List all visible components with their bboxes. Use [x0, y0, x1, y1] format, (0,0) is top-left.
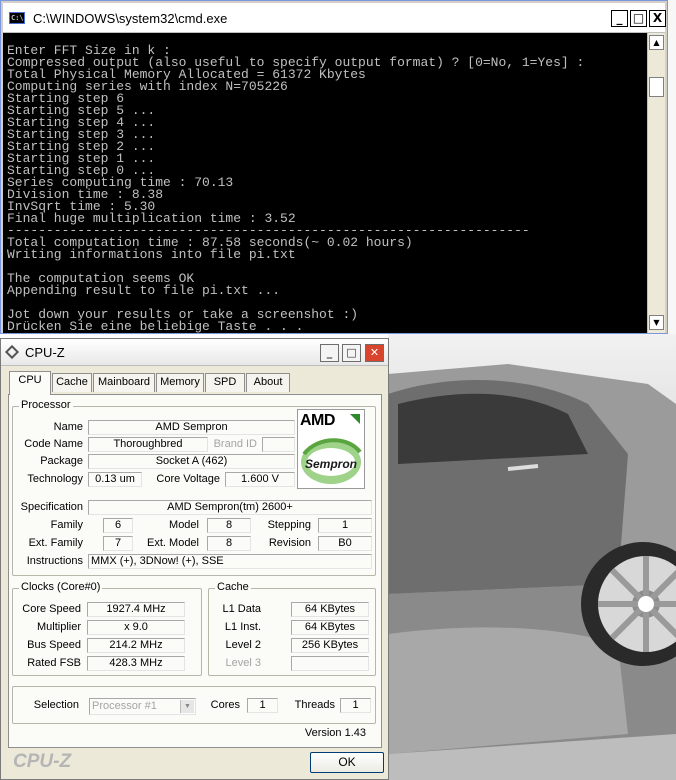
level2-value: 256 KBytes	[291, 638, 369, 653]
core-speed-value: 1927.4 MHz	[87, 602, 185, 617]
scroll-up-arrow-icon[interactable]: ▲	[649, 35, 664, 50]
revision-value: B0	[318, 536, 372, 551]
processor-group-title: Processor	[19, 399, 73, 411]
core-voltage-value: 1.600 V	[225, 472, 295, 487]
l1-inst-value: 64 KBytes	[291, 620, 369, 635]
ext-model-label: Ext. Model	[147, 537, 199, 549]
processor-selection-dropdown[interactable]: Processor #1 ▼	[89, 698, 196, 715]
console-icon: C:\	[9, 12, 25, 24]
ext-family-value: 7	[103, 536, 133, 551]
tab-spd[interactable]: SPD	[205, 373, 245, 392]
bus-speed-label: Bus Speed	[27, 639, 81, 651]
cmd-titlebar[interactable]: C:\ C:\WINDOWS\system32\cmd.exe _ □ X	[3, 3, 666, 33]
instructions-label: Instructions	[26, 555, 83, 567]
tab-about[interactable]: About	[246, 373, 290, 392]
desktop-wallpaper-car	[388, 334, 676, 780]
revision-label: Revision	[268, 537, 311, 549]
console-output-area[interactable]: Enter FFT Size in k : Compressed output …	[3, 33, 647, 333]
family-label: Family	[50, 519, 83, 531]
ext-family-label: Ext. Family	[28, 537, 83, 549]
cache-group-title: Cache	[215, 581, 251, 593]
core-speed-label: Core Speed	[22, 603, 81, 615]
tab-mainboard[interactable]: Mainboard	[93, 373, 155, 392]
ok-button[interactable]: OK	[310, 752, 384, 773]
close-button[interactable]: ✕	[365, 344, 384, 362]
rated-fsb-value: 428.3 MHz	[87, 656, 185, 671]
version-label: Version 1.43	[304, 727, 366, 739]
maximize-button[interactable]: □	[342, 344, 361, 362]
l1-data-label: L1 Data	[222, 603, 261, 615]
maximize-button[interactable]: □	[630, 10, 647, 27]
level3-label: Level 3	[225, 657, 261, 669]
selection-group: Selection Processor #1 ▼ Cores 1 Threads…	[12, 686, 376, 724]
specification-value: AMD Sempron(tm) 2600+	[88, 500, 372, 515]
model-label: Model	[169, 519, 199, 531]
brand-id-value	[262, 437, 295, 452]
technology-label: Technology	[27, 473, 83, 485]
cpuz-window-title: CPU-Z	[25, 345, 65, 360]
stepping-value: 1	[318, 518, 372, 533]
technology-value: 0.13 um	[88, 472, 142, 487]
cpu-tab-panel: Processor Name AMD Sempron Code Name Tho…	[8, 394, 382, 748]
model-value: 8	[207, 518, 251, 533]
close-button[interactable]: X	[649, 10, 666, 27]
level2-label: Level 2	[225, 639, 261, 651]
ext-model-value: 8	[207, 536, 251, 551]
package-label: Package	[40, 455, 83, 467]
instructions-value: MMX (+), 3DNow! (+), SSE	[88, 554, 372, 569]
stepping-label: Stepping	[267, 519, 311, 531]
clocks-group: Clocks (Core#0) Core Speed 1927.4 MHz Mu…	[12, 581, 202, 676]
cmd-window-title: C:\WINDOWS\system32\cmd.exe	[33, 11, 228, 26]
console-scrollbar[interactable]: ▲ ▼	[647, 33, 665, 333]
code-name-value: Thoroughbred	[88, 437, 208, 452]
selection-label: Selection	[33, 699, 79, 711]
level3-value	[291, 656, 369, 671]
l1-inst-label: L1 Inst.	[224, 621, 261, 633]
chevron-down-icon[interactable]: ▼	[180, 700, 194, 713]
minimize-button[interactable]: _	[611, 10, 628, 27]
package-value: Socket A (462)	[88, 454, 295, 469]
multiplier-value: x 9.0	[87, 620, 185, 635]
console-output: Enter FFT Size in k : Compressed output …	[7, 43, 585, 333]
cpuz-footer-logo: CPU-Z	[13, 751, 72, 772]
scroll-down-arrow-icon[interactable]: ▼	[649, 315, 664, 330]
name-label: Name	[53, 421, 83, 433]
code-name-label: Code Name	[24, 438, 83, 450]
scrollbar-thumb[interactable]	[649, 77, 664, 97]
threads-label: Threads	[294, 699, 335, 711]
l1-data-value: 64 KBytes	[291, 602, 369, 617]
tab-cpu[interactable]: CPU	[9, 371, 51, 395]
core-voltage-label: Core Voltage	[156, 473, 220, 485]
cores-value: 1	[247, 698, 278, 713]
brand-id-label: Brand ID	[213, 438, 257, 450]
cmd-window[interactable]: C:\ C:\WINDOWS\system32\cmd.exe _ □ X En…	[0, 0, 668, 334]
specification-label: Specification	[20, 501, 83, 513]
family-value: 6	[103, 518, 133, 533]
tab-cache[interactable]: Cache	[52, 373, 92, 392]
minimize-button[interactable]: _	[320, 344, 339, 362]
car-image	[388, 364, 676, 780]
sempron-logo-text: Sempron	[304, 457, 357, 471]
clocks-group-title: Clocks (Core#0)	[19, 581, 103, 593]
multiplier-label: Multiplier	[36, 621, 81, 633]
cache-group: Cache L1 Data 64 KBytes L1 Inst. 64 KByt…	[208, 581, 376, 676]
selection-value: Processor #1	[92, 700, 157, 712]
cores-label: Cores	[210, 699, 240, 711]
name-value: AMD Sempron	[88, 420, 295, 435]
rated-fsb-label: Rated FSB	[27, 657, 81, 669]
amd-logo-text: AMD	[300, 412, 335, 429]
threads-value: 1	[340, 698, 371, 713]
amd-sempron-logo: AMD Sempron	[297, 409, 365, 489]
cpuz-window[interactable]: CPU-Z _ □ ✕ CPU Cache Mainboard Memory S…	[0, 338, 389, 780]
cpuz-titlebar[interactable]: CPU-Z _ □ ✕	[1, 339, 388, 366]
tab-memory[interactable]: Memory	[156, 373, 204, 392]
cpuz-app-icon	[4, 344, 20, 360]
bus-speed-value: 214.2 MHz	[87, 638, 185, 653]
desktop-background	[668, 0, 676, 334]
